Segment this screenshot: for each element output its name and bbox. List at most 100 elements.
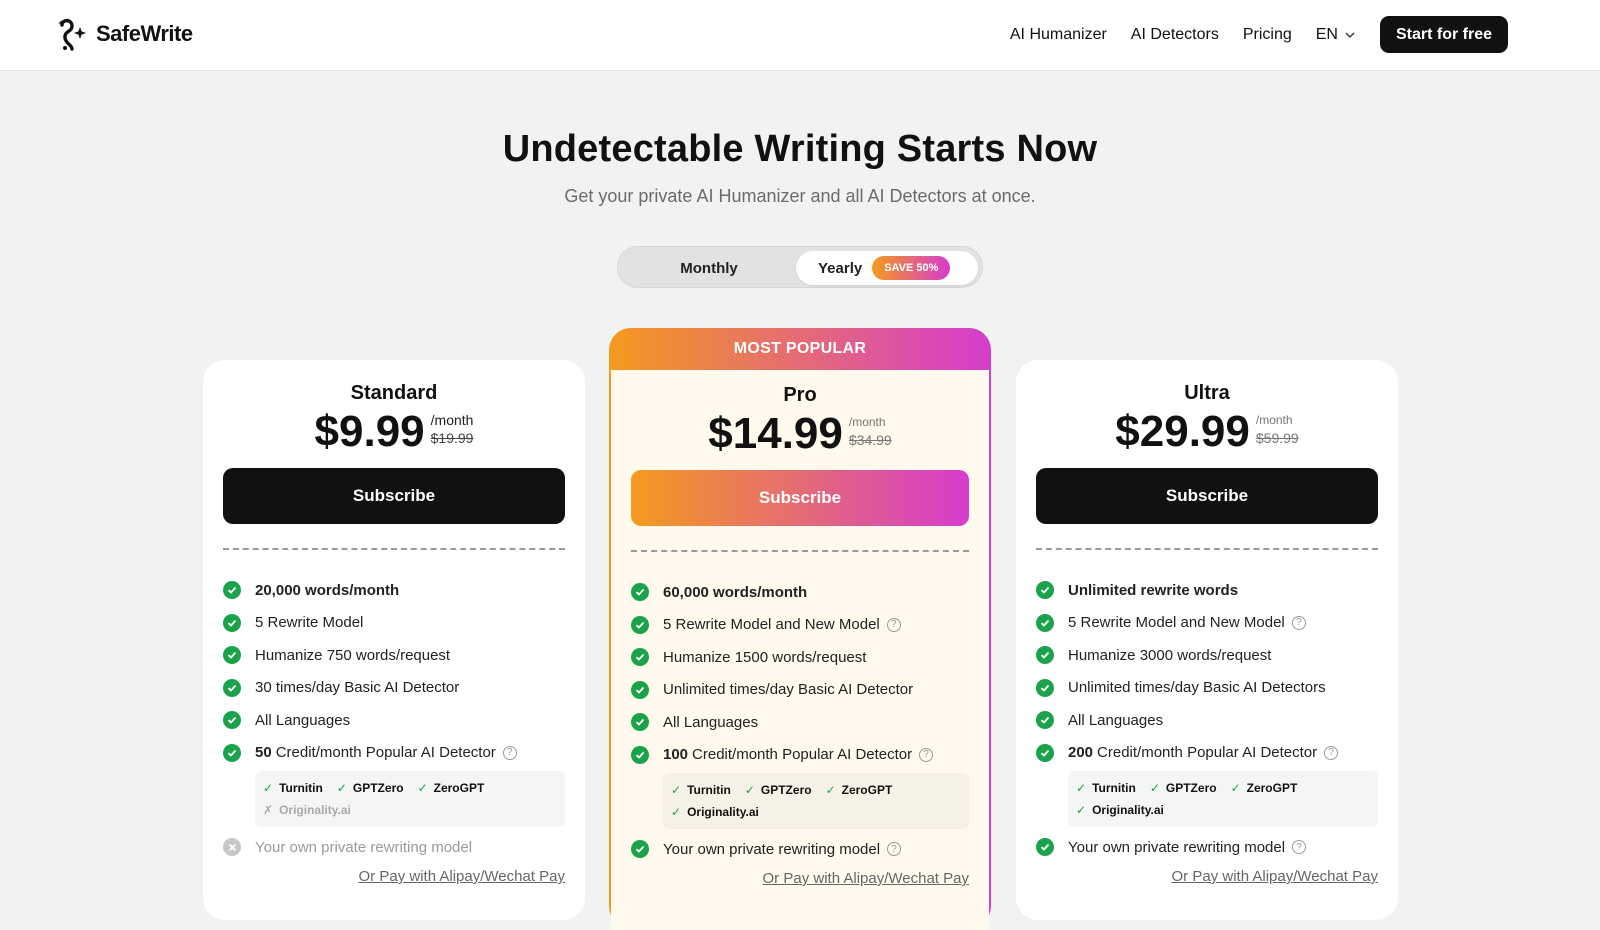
brand-logo[interactable]: SafeWrite bbox=[56, 17, 193, 51]
page-subtitle: Get your private AI Humanizer and all AI… bbox=[564, 186, 1036, 206]
plan-card-ultra: Ultra $29.99 /month $59.99 Subscribe Unl… bbox=[1016, 360, 1398, 920]
feature-item: 100 Credit/month Popular AI Detector? bbox=[631, 739, 969, 772]
nav-pricing[interactable]: Pricing bbox=[1243, 26, 1292, 44]
help-icon[interactable]: ? bbox=[502, 745, 517, 760]
feature-highlight: 200 bbox=[1068, 744, 1094, 762]
check-icon bbox=[223, 711, 241, 730]
language-selector[interactable]: EN bbox=[1316, 26, 1356, 44]
detector-label: Originality.ai bbox=[279, 803, 351, 817]
feature-list: 60,000 words/month 5 Rewrite Model and N… bbox=[631, 576, 969, 866]
detector-originality: ✓ Originality.ai bbox=[671, 801, 759, 823]
check-icon bbox=[1036, 646, 1054, 665]
plan-price: $14.99 bbox=[708, 409, 843, 458]
detector-box: ✓ Turnitin ✓ GPTZero ✓ ZeroGPT ✗ Originality… bbox=[255, 771, 565, 827]
feature-text: 5 Rewrite Model bbox=[255, 614, 364, 632]
subscribe-button-pro[interactable]: Subscribe bbox=[631, 470, 969, 526]
alt-pay-link[interactable]: Or Pay with Alipay/Wechat Pay bbox=[359, 868, 565, 885]
price-period: /month bbox=[430, 412, 474, 428]
feature-text: Unlimited times/day Basic AI Detectors bbox=[1068, 679, 1326, 697]
check-icon bbox=[1036, 678, 1054, 697]
subscribe-button-ultra[interactable]: Subscribe bbox=[1036, 468, 1378, 524]
feature-item: 50 Credit/month Popular AI Detector? bbox=[223, 737, 565, 770]
nav-ai-detectors[interactable]: AI Detectors bbox=[1131, 26, 1219, 44]
check-mark-icon: ✓ bbox=[263, 781, 274, 795]
feature-text: Credit/month Popular AI Detector bbox=[1097, 744, 1318, 762]
feature-item: Humanize 1500 words/request bbox=[631, 641, 969, 674]
feature-item: Your own private rewriting model? bbox=[1036, 831, 1378, 864]
nav-ai-humanizer[interactable]: AI Humanizer bbox=[1010, 26, 1107, 44]
page-title: Undetectable Writing Starts Now bbox=[502, 128, 1098, 170]
price-period: /month bbox=[848, 415, 886, 429]
plan-price: $29.99 bbox=[1115, 407, 1250, 456]
alt-pay-link[interactable]: Or Pay with Alipay/Wechat Pay bbox=[763, 870, 969, 887]
divider bbox=[223, 548, 565, 550]
feature-highlight: 20,000 words/month bbox=[255, 581, 400, 599]
feature-item: 30 times/day Basic AI Detector bbox=[223, 672, 565, 705]
help-icon[interactable]: ? bbox=[1292, 840, 1307, 855]
help-icon[interactable]: ? bbox=[1291, 615, 1306, 630]
detector-zerogpt: ✓ ZeroGPT bbox=[418, 777, 485, 799]
help-icon[interactable]: ? bbox=[1324, 745, 1339, 760]
feature-text: Humanize 750 words/request bbox=[255, 646, 451, 664]
feature-text: Humanize 3000 words/request bbox=[1068, 646, 1272, 664]
feature-text: All Languages bbox=[255, 711, 351, 729]
help-icon[interactable]: ? bbox=[887, 842, 902, 857]
help-icon[interactable]: ? bbox=[919, 747, 934, 762]
detector-label: ZeroGPT bbox=[433, 781, 485, 795]
help-icon[interactable]: ? bbox=[886, 617, 901, 632]
feature-text: Credit/month Popular AI Detector bbox=[275, 744, 496, 762]
alt-pay-link[interactable]: Or Pay with Alipay/Wechat Pay bbox=[1172, 868, 1378, 885]
feature-text: 5 Rewrite Model and New Model bbox=[663, 616, 880, 634]
check-icon bbox=[631, 680, 649, 699]
detector-originality: ✗ Originality.ai bbox=[263, 799, 351, 821]
original-price: $59.99 bbox=[1255, 430, 1299, 446]
feature-item: Humanize 750 words/request bbox=[223, 639, 565, 672]
price-period: /month bbox=[1255, 413, 1293, 427]
logo-swirl-sparkle-icon bbox=[58, 18, 86, 51]
cross-mark-icon: ✗ bbox=[263, 803, 274, 817]
feature-item: All Languages bbox=[1036, 704, 1378, 737]
divider bbox=[1036, 548, 1378, 550]
feature-item: 5 Rewrite Model and New Model? bbox=[1036, 607, 1378, 640]
subscribe-button-standard[interactable]: Subscribe bbox=[223, 468, 565, 524]
billing-yearly-option[interactable]: Yearly SAVE 50% bbox=[796, 251, 978, 285]
detector-label: ZeroGPT bbox=[841, 783, 893, 797]
check-mark-icon: ✓ bbox=[744, 783, 755, 797]
detector-list: ✓ Turnitin ✓ GPTZero ✓ ZeroGPT ✓ Originality… bbox=[1036, 771, 1378, 827]
billing-monthly-option[interactable]: Monthly bbox=[622, 251, 796, 285]
feature-item: Unlimited rewrite words bbox=[1036, 574, 1378, 607]
feature-item: Your own private rewriting model? bbox=[631, 833, 969, 866]
feature-highlight: 60,000 words/month bbox=[663, 583, 808, 601]
detector-gptzero: ✓ GPTZero bbox=[745, 779, 812, 801]
check-mark-icon: ✓ bbox=[1230, 781, 1241, 795]
detector-gptzero: ✓ GPTZero bbox=[337, 777, 404, 799]
plan-price: $9.99 bbox=[314, 407, 425, 456]
plan-name: Pro bbox=[783, 384, 817, 406]
detector-turnitin: ✓ Turnitin bbox=[1076, 777, 1136, 799]
check-icon bbox=[631, 840, 649, 859]
price-row: $14.99 /month $34.99 bbox=[611, 410, 989, 458]
price-row: $9.99 /month $19.99 bbox=[203, 408, 585, 456]
plan-name: Standard bbox=[350, 382, 438, 404]
feature-item: 60,000 words/month bbox=[631, 576, 969, 609]
feature-item: Unlimited times/day Basic AI Detectors bbox=[1036, 672, 1378, 705]
detector-label: Turnitin bbox=[279, 781, 323, 795]
feature-text: All Languages bbox=[663, 713, 759, 731]
price-details: /month $34.99 bbox=[849, 414, 892, 450]
check-mark-icon: ✓ bbox=[1076, 781, 1087, 795]
feature-item: All Languages bbox=[631, 706, 969, 739]
check-mark-icon: ✓ bbox=[1149, 781, 1160, 795]
detector-list: ✓ Turnitin ✓ GPTZero ✓ ZeroGPT ✓ Originality… bbox=[631, 773, 969, 829]
start-for-free-button[interactable]: Start for free bbox=[1379, 16, 1508, 53]
plan-card-standard: Standard $9.99 /month $19.99 Subscribe 2… bbox=[203, 360, 585, 920]
feature-item: All Languages bbox=[223, 704, 565, 737]
feature-item: 20,000 words/month bbox=[223, 574, 565, 607]
feature-item: 5 Rewrite Model bbox=[223, 607, 565, 640]
feature-text: Humanize 1500 words/request bbox=[663, 648, 867, 666]
feature-item: Unlimited times/day Basic AI Detector bbox=[631, 674, 969, 707]
check-icon bbox=[631, 648, 649, 667]
detector-label: Turnitin bbox=[687, 783, 731, 797]
check-icon bbox=[223, 646, 241, 665]
feature-item: 200 Credit/month Popular AI Detector? bbox=[1036, 737, 1378, 770]
billing-toggle: Monthly Yearly SAVE 50% bbox=[617, 246, 983, 288]
